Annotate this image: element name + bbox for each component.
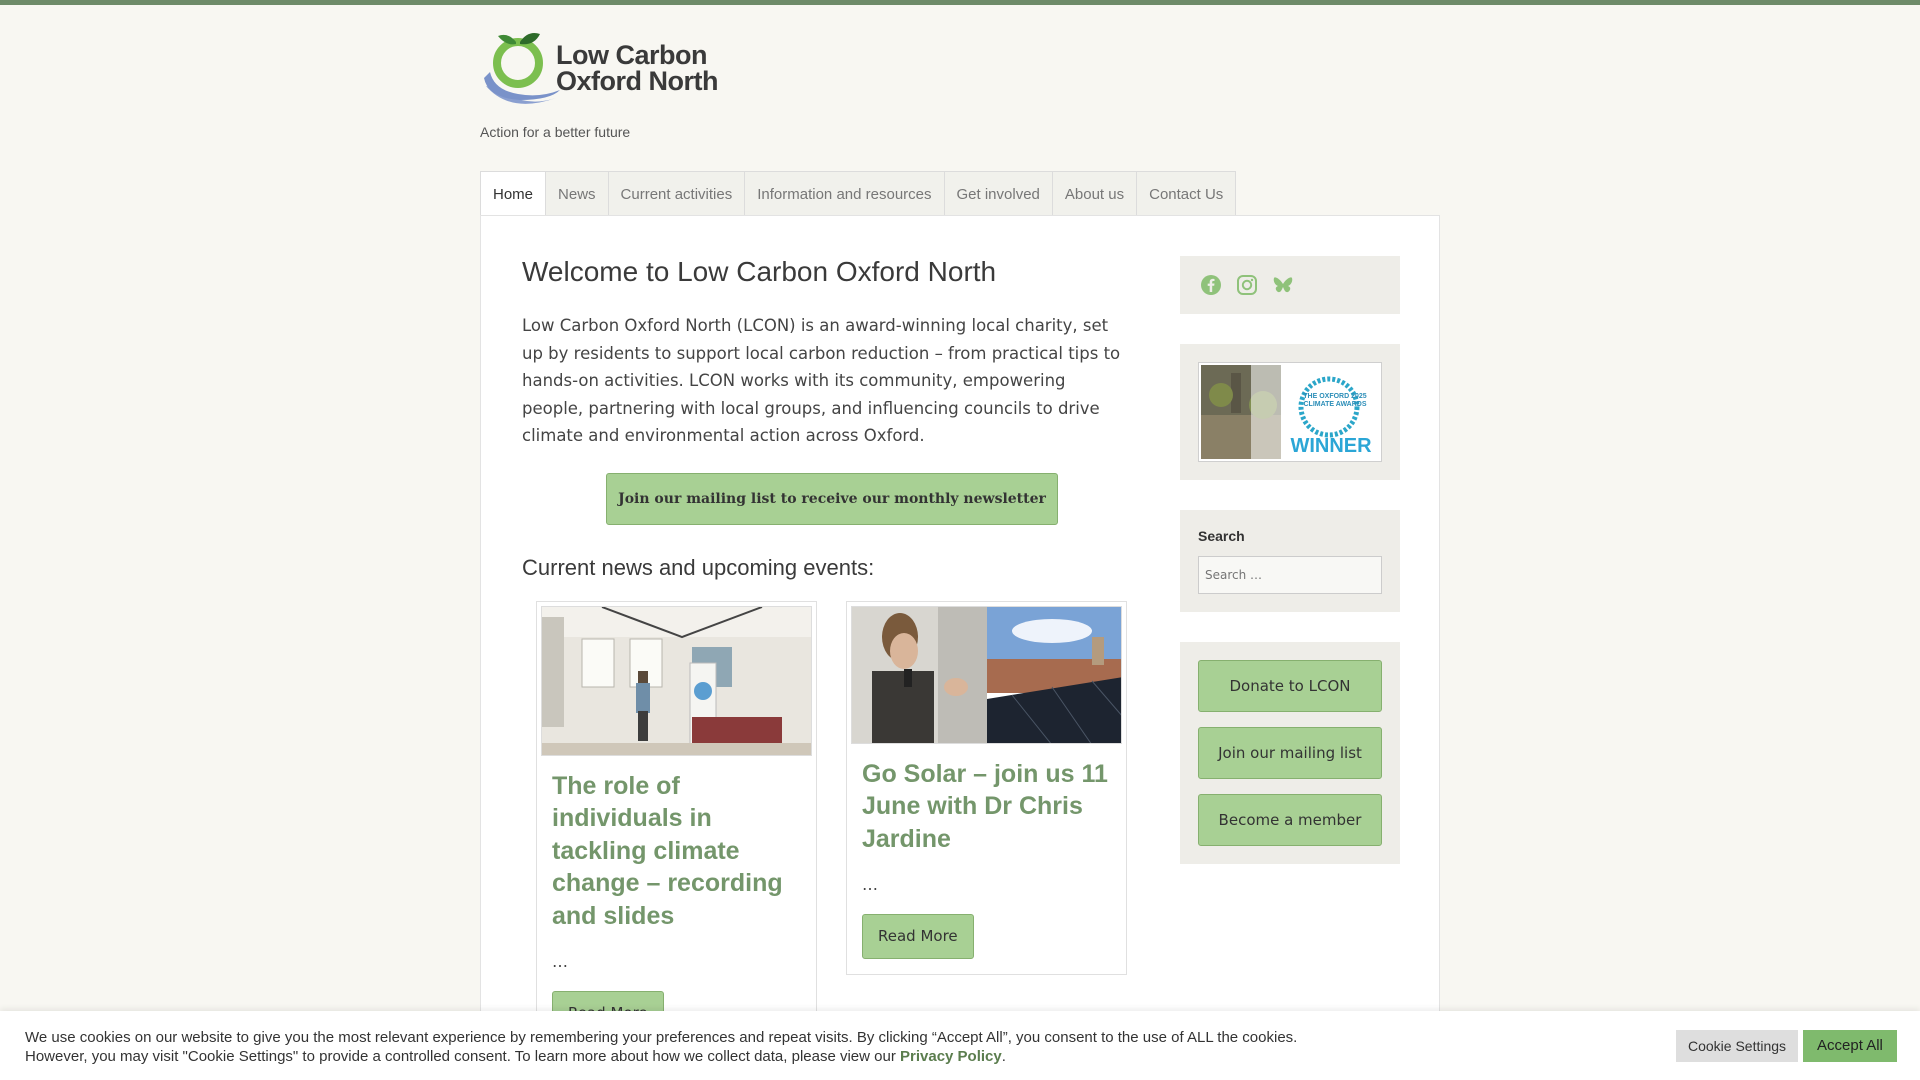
- lecture-photo-image: [542, 606, 811, 755]
- solar-event-photo-image: [852, 606, 1121, 743]
- logo-line1: Low Carbon: [556, 40, 708, 70]
- award-badge: WINNER: [1290, 435, 1372, 457]
- search-input[interactable]: [1198, 556, 1382, 594]
- content-area: Welcome to Low Carbon Oxford North Low C…: [480, 215, 1440, 1080]
- sidebar: THE OXFORD 2025 CLIMATE AWARDS WINNER Se…: [1180, 256, 1400, 894]
- site-logo[interactable]: Low Carbon Oxford North: [480, 28, 1440, 108]
- instagram-icon[interactable]: [1236, 274, 1258, 296]
- main-nav: Home News Current activities Information…: [480, 171, 1237, 216]
- site-header: Low Carbon Oxford North Action for a bet…: [480, 28, 1440, 140]
- climate-award-image[interactable]: THE OXFORD 2025 CLIMATE AWARDS WINNER: [1201, 365, 1379, 459]
- post-thumbnail[interactable]: [541, 605, 812, 756]
- privacy-policy-link[interactable]: Privacy Policy: [900, 1048, 1002, 1065]
- cookie-text-line1: We use cookies on our website to give yo…: [25, 1029, 1298, 1046]
- bluesky-icon[interactable]: [1272, 274, 1294, 296]
- post-card: Go Solar – join us 11 June with Dr Chris…: [846, 600, 1127, 975]
- post-card: The role of individuals in tackling clim…: [536, 600, 817, 1052]
- become-member-button[interactable]: Become a member: [1198, 794, 1382, 846]
- donate-button[interactable]: Donate to LCON: [1198, 660, 1382, 712]
- logo-mark-icon: [484, 33, 560, 104]
- read-more-button[interactable]: Read More: [862, 914, 974, 959]
- search-widget: Search: [1180, 510, 1400, 612]
- post-title-link[interactable]: Go Solar – join us 11 June with Dr Chris…: [862, 758, 1111, 856]
- site-tagline: Action for a better future: [480, 124, 631, 140]
- intro-paragraph: Low Carbon Oxford North (LCON) is an awa…: [522, 316, 1121, 445]
- newsletter-signup-button[interactable]: Join our mailing list to receive our mon…: [606, 472, 1058, 525]
- nav-item-current-activities[interactable]: Current activities: [609, 172, 746, 216]
- award-line2: CLIMATE AWARDS: [1303, 401, 1367, 408]
- post-thumbnail[interactable]: [851, 605, 1122, 744]
- news-heading: Current news and upcoming events:: [522, 554, 875, 580]
- main-column: Welcome to Low Carbon Oxford North Low C…: [522, 256, 1132, 1061]
- award-line1: THE OXFORD 2025: [1303, 393, 1367, 400]
- join-mailing-list-button[interactable]: Join our mailing list: [1198, 727, 1382, 779]
- cookie-settings-button[interactable]: Cookie Settings: [1676, 1030, 1799, 1062]
- facebook-icon[interactable]: [1200, 274, 1222, 296]
- social-links-widget: [1180, 256, 1400, 314]
- cookie-message: We use cookies on our website to give yo…: [25, 1029, 1395, 1066]
- cookie-text-period: .: [1001, 1047, 1006, 1065]
- top-accent-bar: [0, 0, 1920, 5]
- nav-item-contact-us[interactable]: Contact Us: [1137, 172, 1235, 216]
- search-widget-title: Search: [1198, 528, 1245, 544]
- cookie-banner: We use cookies on our website to give yo…: [0, 1011, 1920, 1080]
- post-excerpt: …: [862, 875, 878, 894]
- nav-item-home[interactable]: Home: [481, 172, 547, 216]
- post-grid: The role of individuals in tackling clim…: [522, 600, 1132, 1061]
- page-title: Welcome to Low Carbon Oxford North: [522, 256, 997, 287]
- accept-all-cookies-button[interactable]: Accept All: [1803, 1030, 1897, 1062]
- action-buttons-widget: Donate to LCON Join our mailing list Bec…: [1180, 642, 1400, 864]
- nav-item-news[interactable]: News: [546, 172, 609, 216]
- nav-item-about-us[interactable]: About us: [1053, 172, 1138, 216]
- logo-line2: Oxford North: [556, 66, 719, 96]
- nav-item-information-resources[interactable]: Information and resources: [745, 172, 945, 216]
- post-excerpt: …: [552, 952, 568, 971]
- cookie-text-line2: However, you may visit "Cookie Settings"…: [25, 1047, 896, 1065]
- award-widget: THE OXFORD 2025 CLIMATE AWARDS WINNER: [1180, 344, 1400, 480]
- post-title-link[interactable]: The role of individuals in tackling clim…: [552, 770, 801, 933]
- nav-item-get-involved[interactable]: Get involved: [945, 172, 1053, 216]
